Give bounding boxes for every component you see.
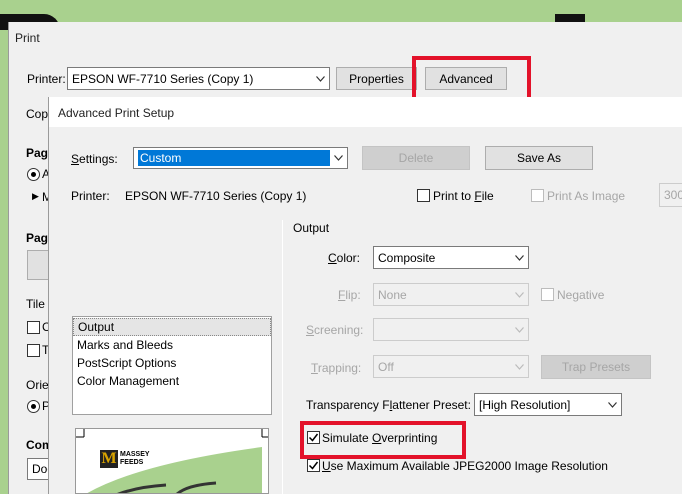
print-to-file-checkbox[interactable]: [417, 189, 430, 202]
print-as-image-label: Print As Image: [547, 189, 626, 203]
properties-button[interactable]: Properties: [336, 67, 417, 90]
flip-select[interactable]: None: [373, 283, 529, 306]
more-options-toggle[interactable]: ▶: [32, 191, 39, 202]
logo-line1: MASSEY: [120, 451, 150, 458]
advanced-dialog-title: Advanced Print Setup: [58, 106, 175, 120]
tile-option-2-checkbox[interactable]: [27, 344, 40, 357]
chevron-down-icon[interactable]: [312, 68, 329, 89]
flip-label: Flip:: [338, 288, 361, 302]
advanced-printer-label: Printer:: [71, 189, 110, 203]
output-group-divider: [282, 220, 283, 494]
pages-all-radio[interactable]: [27, 168, 40, 181]
trap-presets-button[interactable]: Trap Presets: [541, 355, 651, 379]
settings-label: Settings:: [71, 152, 118, 166]
print-printer-label: Printer:: [27, 72, 66, 86]
logo-m-mark: M: [100, 450, 118, 468]
color-label: Color:: [328, 251, 361, 265]
chevron-down-icon[interactable]: [511, 319, 528, 340]
color-value: Composite: [378, 250, 436, 265]
screening-select[interactable]: [373, 318, 529, 341]
screening-label: Screening:: [306, 323, 364, 337]
category-marks-and-bleeds[interactable]: Marks and Bleeds: [73, 336, 271, 354]
print-printer-select[interactable]: EPSON WF-7710 Series (Copy 1): [67, 67, 330, 90]
trapping-label: Trapping:: [311, 361, 362, 375]
chevron-down-icon[interactable]: [604, 394, 621, 415]
save-as-button-label: Save As: [516, 151, 562, 165]
massey-feeds-logo: M MASSEY FEEDS: [100, 450, 158, 470]
negative-checkbox[interactable]: [541, 288, 554, 301]
print-as-image-checkbox[interactable]: [531, 189, 544, 202]
print-printer-value: EPSON WF-7710 Series (Copy 1): [72, 71, 254, 86]
tile-option-1-checkbox[interactable]: [27, 321, 40, 334]
use-max-jpeg2000-checkbox[interactable]: [307, 459, 320, 472]
print-to-file-label: Print to File: [433, 189, 494, 203]
chevron-down-icon[interactable]: [511, 247, 528, 268]
chevron-down-icon[interactable]: [511, 356, 528, 377]
print-dialog-title: Print: [15, 31, 40, 45]
settings-select[interactable]: Custom: [133, 147, 348, 169]
category-color-management[interactable]: Color Management: [73, 372, 271, 390]
orientation-portrait-radio[interactable]: [27, 400, 40, 413]
resolution-value-partial: 300: [664, 188, 682, 202]
output-group-label: Output: [293, 221, 330, 235]
category-postscript-options[interactable]: PostScript Options: [73, 354, 271, 372]
flattener-preset-value: [High Resolution]: [479, 397, 571, 412]
trap-presets-button-label: Trap Presets: [561, 360, 631, 374]
orientation-label-partial: Orie: [26, 378, 49, 392]
checkmark-icon: [308, 461, 319, 470]
resolution-field-partial[interactable]: 300: [659, 183, 682, 207]
flattener-preset-label: Transparency Flattener Preset:: [306, 398, 471, 412]
trapping-select[interactable]: Off: [373, 355, 529, 378]
delete-button[interactable]: Delete: [362, 146, 470, 170]
flattener-preset-select[interactable]: [High Resolution]: [474, 393, 622, 416]
logo-line2: FEEDS: [120, 459, 144, 466]
copies-label-partial: Cop: [26, 107, 49, 121]
chevron-down-icon[interactable]: [330, 148, 347, 168]
chevron-down-icon[interactable]: [511, 284, 528, 305]
simulate-overprinting-highlight: [300, 421, 466, 459]
settings-value: Custom: [138, 150, 330, 166]
properties-button-label: Properties: [349, 71, 404, 86]
color-select[interactable]: Composite: [373, 246, 529, 269]
trapping-value: Off: [378, 359, 394, 374]
page-preview: M MASSEY FEEDS: [75, 428, 269, 494]
flip-value: None: [378, 287, 407, 302]
negative-label: Negative: [557, 288, 605, 302]
advanced-printer-value: EPSON WF-7710 Series (Copy 1): [125, 189, 307, 203]
categories-list[interactable]: Output Marks and Bleeds PostScript Optio…: [72, 316, 272, 415]
category-output[interactable]: Output: [73, 318, 271, 336]
delete-button-label: Delete: [398, 151, 434, 165]
use-max-jpeg2000-label: Use Maximum Available JPEG2000 Image Res…: [322, 459, 608, 473]
save-as-button[interactable]: Save As: [485, 146, 593, 170]
